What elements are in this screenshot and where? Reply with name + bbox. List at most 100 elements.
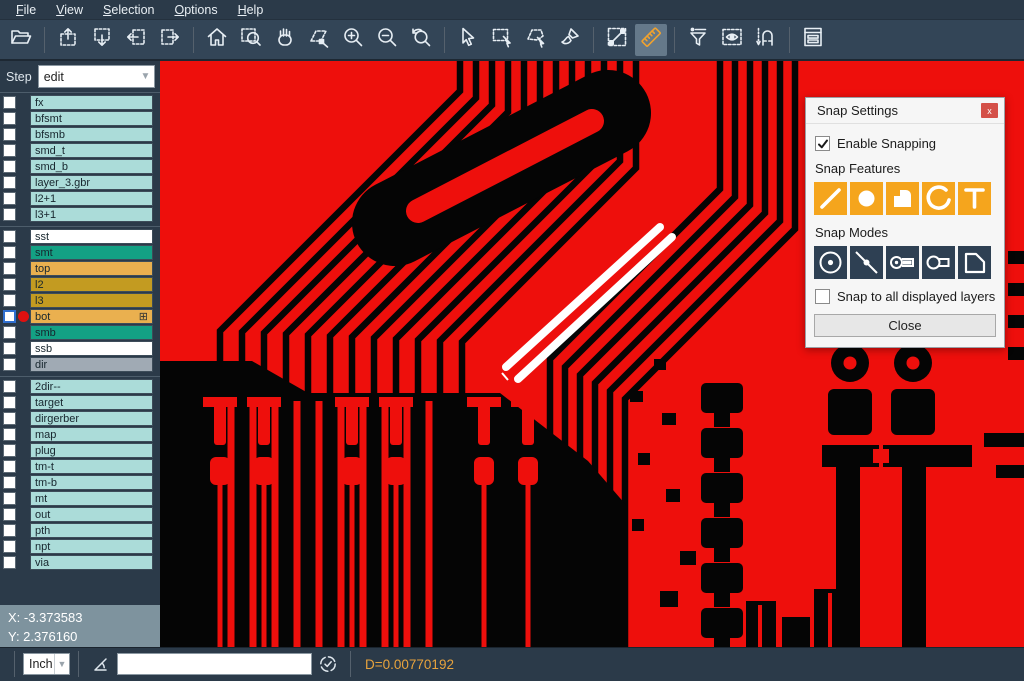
layer-checkbox-smd_t[interactable] (3, 144, 16, 157)
pcb-canvas[interactable]: Snap Settings x Enable Snapping Snap Fea… (160, 61, 1024, 647)
layer-checkbox-npt[interactable] (3, 540, 16, 553)
clean-brush-button[interactable] (554, 24, 586, 56)
layer-name-plug[interactable]: plug (30, 443, 153, 458)
layer-name-l2+1[interactable]: l2+1 (30, 191, 153, 206)
layer-name-bot[interactable]: bot⊞ (30, 309, 153, 324)
layer-name-ssb[interactable]: ssb (30, 341, 153, 356)
layer-checkbox-smd_b[interactable] (3, 160, 16, 173)
zoom-in-button[interactable] (337, 24, 369, 56)
layer-checkbox-tm-b[interactable] (3, 476, 16, 489)
layer-name-smd_t[interactable]: smd_t (30, 143, 153, 158)
view-area-button[interactable] (716, 24, 748, 56)
snap-feature-arc-button[interactable] (922, 182, 955, 215)
pan-hand-button[interactable] (269, 24, 301, 56)
menu-view[interactable]: View (46, 1, 93, 19)
dialog-title-bar[interactable]: Snap Settings x (806, 98, 1004, 124)
move-feature-button[interactable] (303, 24, 335, 56)
layer-checkbox-pth[interactable] (3, 524, 16, 537)
pan-left-button[interactable] (120, 24, 152, 56)
layer-checkbox-fx[interactable] (3, 96, 16, 109)
layer-checkbox-ssb[interactable] (3, 342, 16, 355)
layer-name-smb[interactable]: smb (30, 325, 153, 340)
select-arrow-button[interactable] (452, 24, 484, 56)
layer-checkbox-dir[interactable] (3, 358, 16, 371)
layer-checkbox-l3+1[interactable] (3, 208, 16, 221)
ruler-button[interactable] (635, 24, 667, 56)
layer-checkbox-bfsmb[interactable] (3, 128, 16, 141)
layer-checkbox-via[interactable] (3, 556, 16, 569)
layer-name-dirgerber[interactable]: dirgerber (30, 411, 153, 426)
layer-name-dir[interactable]: dir (30, 357, 153, 372)
layer-name-mt[interactable]: mt (30, 491, 153, 506)
angle-corner-icon[interactable] (91, 654, 111, 674)
layer-name-fx[interactable]: fx (30, 95, 153, 110)
layer-checkbox-dirgerber[interactable] (3, 412, 16, 425)
layer-name-tm-t[interactable]: tm-t (30, 459, 153, 474)
enable-snapping-checkbox[interactable] (815, 136, 830, 151)
snap-mode-slot-outline-button[interactable] (922, 246, 955, 279)
layer-name-l3+1[interactable]: l3+1 (30, 207, 153, 222)
layer-checkbox-target[interactable] (3, 396, 16, 409)
layer-checkbox-mt[interactable] (3, 492, 16, 505)
pan-right-button[interactable] (154, 24, 186, 56)
layer-checkbox-2dir--[interactable] (3, 380, 16, 393)
select-rectangle-button[interactable] (486, 24, 518, 56)
layer-name-pth[interactable]: pth (30, 523, 153, 538)
step-select[interactable]: edit ▼ (38, 65, 155, 88)
layer-name-2dir--[interactable]: 2dir-- (30, 379, 153, 394)
units-select[interactable]: Inch ▼ (23, 653, 70, 675)
layer-checkbox-l2[interactable] (3, 278, 16, 291)
snap-feature-line-button[interactable] (814, 182, 847, 215)
layer-checkbox-smb[interactable] (3, 326, 16, 339)
layer-checkbox-l2+1[interactable] (3, 192, 16, 205)
layer-checkbox-sst[interactable] (3, 230, 16, 243)
menu-file[interactable]: File (6, 1, 46, 19)
layer-name-sst[interactable]: sst (30, 229, 153, 244)
layer-checkbox-out[interactable] (3, 508, 16, 521)
zoom-out-button[interactable] (371, 24, 403, 56)
snap-mode-center-button[interactable] (814, 246, 847, 279)
layer-name-smt[interactable]: smt (30, 245, 153, 260)
layer-checkbox-layer_3.gbr[interactable] (3, 176, 16, 189)
layer-checkbox-smt[interactable] (3, 246, 16, 259)
layer-checkbox-bot[interactable] (3, 310, 16, 323)
layer-name-smd_b[interactable]: smd_b (30, 159, 153, 174)
pan-down-button[interactable] (86, 24, 118, 56)
dialog-close-button[interactable]: x (981, 103, 998, 118)
select-polygon-button[interactable] (520, 24, 552, 56)
snap-magnet-button[interactable] (750, 24, 782, 56)
layer-name-tm-b[interactable]: tm-b (30, 475, 153, 490)
layer-name-npt[interactable]: npt (30, 539, 153, 554)
layer-name-bfsmt[interactable]: bfsmt (30, 111, 153, 126)
layer-name-l3[interactable]: l3 (30, 293, 153, 308)
snap-feature-surface-button[interactable] (886, 182, 919, 215)
layer-checkbox-plug[interactable] (3, 444, 16, 457)
snap-mode-region-button[interactable] (958, 246, 991, 279)
zoom-window-button[interactable] (235, 24, 267, 56)
pan-up-button[interactable] (52, 24, 84, 56)
layer-checkbox-top[interactable] (3, 262, 16, 275)
layer-checkbox-tm-t[interactable] (3, 460, 16, 473)
snap-feature-text-button[interactable] (958, 182, 991, 215)
layer-name-layer_3.gbr[interactable]: layer_3.gbr (30, 175, 153, 190)
snap-mode-line-point-button[interactable] (850, 246, 883, 279)
layer-checkbox-l3[interactable] (3, 294, 16, 307)
menu-options[interactable]: Options (164, 1, 227, 19)
sync-check-icon[interactable] (318, 654, 338, 674)
snap-feature-pad-button[interactable] (850, 182, 883, 215)
open-file-button[interactable] (5, 24, 37, 56)
layer-name-out[interactable]: out (30, 507, 153, 522)
layer-checkbox-bfsmt[interactable] (3, 112, 16, 125)
home-view-button[interactable] (201, 24, 233, 56)
layer-name-l2[interactable]: l2 (30, 277, 153, 292)
menu-selection[interactable]: Selection (93, 1, 164, 19)
measure-points-button[interactable] (601, 24, 633, 56)
snap-mode-pad-slot-button[interactable] (886, 246, 919, 279)
layer-name-target[interactable]: target (30, 395, 153, 410)
menu-help[interactable]: Help (228, 1, 274, 19)
command-input[interactable] (117, 653, 312, 675)
layer-name-bfsmb[interactable]: bfsmb (30, 127, 153, 142)
zoom-previous-button[interactable] (405, 24, 437, 56)
all-layers-checkbox[interactable] (815, 289, 830, 304)
layer-name-map[interactable]: map (30, 427, 153, 442)
